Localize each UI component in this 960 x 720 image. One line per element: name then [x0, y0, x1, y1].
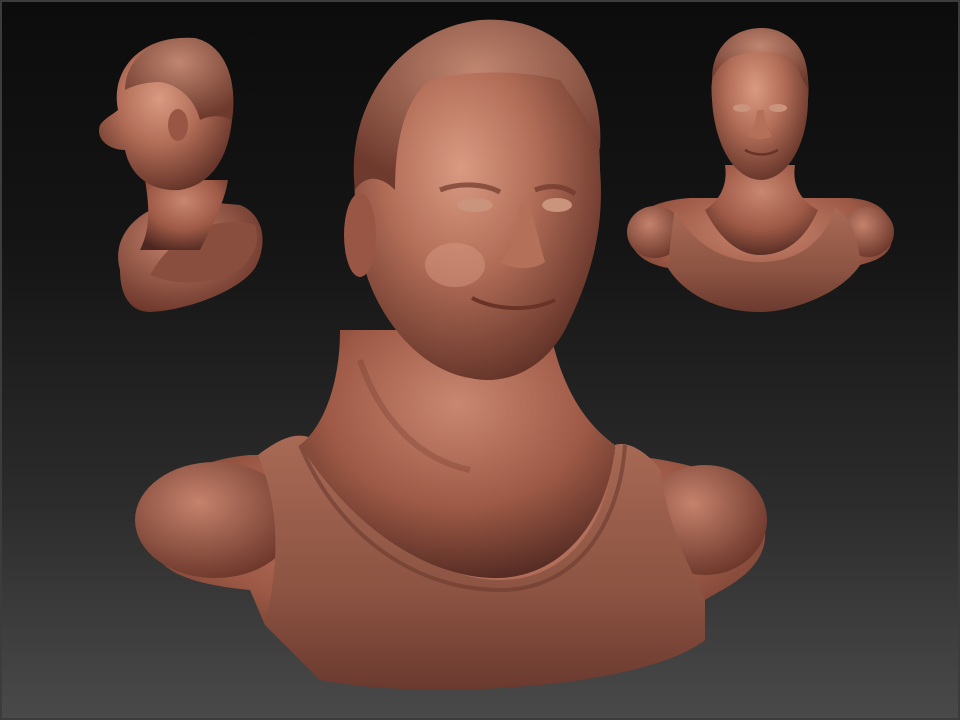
sculpt-render	[99, 19, 894, 690]
render-viewport	[0, 0, 960, 720]
side-view-bust	[99, 37, 263, 312]
front-view-bust-small	[627, 28, 894, 312]
